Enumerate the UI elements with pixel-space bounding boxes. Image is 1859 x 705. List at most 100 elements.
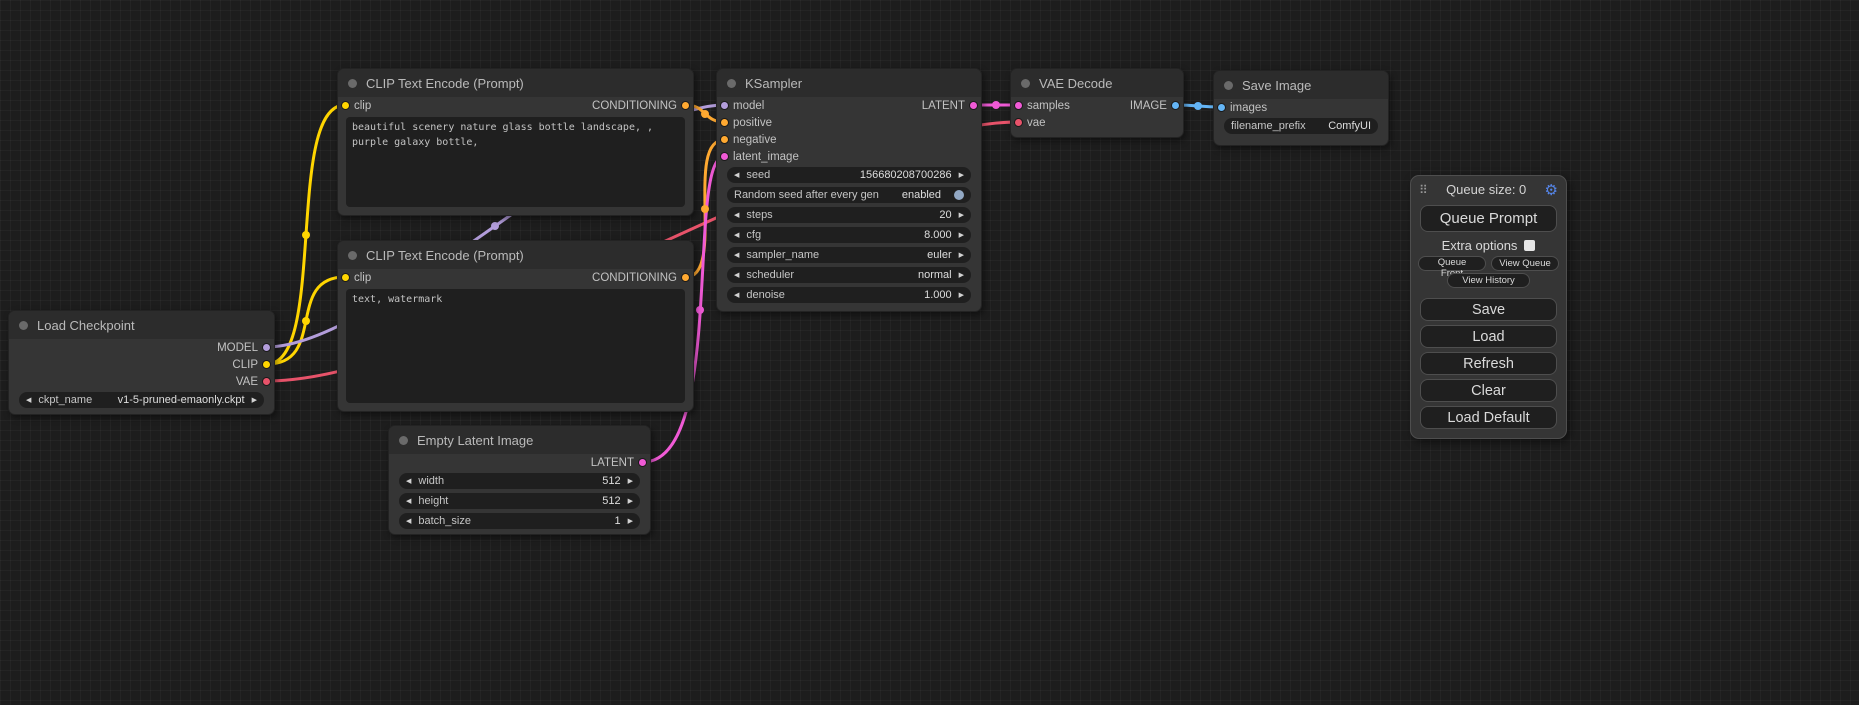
collapse-dot[interactable] <box>348 251 357 260</box>
port-row: CLIP <box>9 356 274 373</box>
extra-options-checkbox[interactable] <box>1524 240 1535 251</box>
collapse-dot[interactable] <box>1021 79 1030 88</box>
increment-arrow-icon[interactable]: ▶ <box>959 232 964 239</box>
node-titlebar[interactable]: Load Checkpoint <box>9 311 274 339</box>
extra-options-label: Extra options <box>1442 238 1518 253</box>
input-label: vae <box>1027 117 1046 129</box>
queue-prompt-button[interactable]: Queue Prompt <box>1420 205 1557 232</box>
decrement-arrow-icon[interactable]: ◀ <box>734 292 739 299</box>
collapse-dot[interactable] <box>399 436 408 445</box>
widget-scheduler[interactable]: ◀ scheduler normal ▶ <box>727 267 971 283</box>
port-row: clip CONDITIONING <box>338 97 693 114</box>
node-titlebar[interactable]: CLIP Text Encode (Prompt) <box>338 241 693 269</box>
view-queue-button[interactable]: View Queue <box>1491 256 1559 271</box>
load-default-button[interactable]: Load Default <box>1420 406 1557 429</box>
node-load-checkpoint[interactable]: Load Checkpoint MODEL CLIP VAE ◀ ckpt_na… <box>8 310 275 415</box>
node-clip-text-encode-positive[interactable]: CLIP Text Encode (Prompt) clip CONDITION… <box>337 68 694 216</box>
input-port-latent-image[interactable] <box>720 152 729 161</box>
input-port-samples[interactable] <box>1014 101 1023 110</box>
widget-denoise[interactable]: ◀ denoise 1.000 ▶ <box>727 287 971 303</box>
widget-batch-size[interactable]: ◀ batch_size 1 ▶ <box>399 513 640 529</box>
widget-label: Random seed after every gen <box>734 189 879 201</box>
widget-height[interactable]: ◀ height 512 ▶ <box>399 493 640 509</box>
clear-button[interactable]: Clear <box>1420 379 1557 402</box>
refresh-button[interactable]: Refresh <box>1420 352 1557 375</box>
node-titlebar[interactable]: KSampler <box>717 69 981 97</box>
node-empty-latent-image[interactable]: Empty Latent Image LATENT ◀ width 512 ▶ … <box>388 425 651 535</box>
output-port-model[interactable] <box>262 343 271 352</box>
decrement-arrow-icon[interactable]: ◀ <box>734 212 739 219</box>
increment-arrow-icon[interactable]: ▶ <box>959 272 964 279</box>
node-titlebar[interactable]: VAE Decode <box>1011 69 1183 97</box>
widget-value: euler <box>927 249 951 261</box>
node-graph-canvas[interactable]: { "colors": { "model": "#B39DDB", "clip"… <box>0 0 1859 705</box>
input-port-clip[interactable] <box>341 101 350 110</box>
node-title: VAE Decode <box>1039 76 1112 91</box>
increment-arrow-icon[interactable]: ▶ <box>628 478 633 485</box>
link-midpoint-dot <box>992 101 1000 109</box>
node-titlebar[interactable]: Empty Latent Image <box>389 426 650 454</box>
load-button[interactable]: Load <box>1420 325 1557 348</box>
increment-arrow-icon[interactable]: ▶ <box>959 212 964 219</box>
collapse-dot[interactable] <box>19 321 28 330</box>
toggle-dot-icon[interactable] <box>954 190 964 200</box>
link-midpoint-dot <box>701 205 709 213</box>
widget-ckpt-name[interactable]: ◀ ckpt_name v1-5-pruned-emaonly.ckpt ▶ <box>19 392 264 408</box>
decrement-arrow-icon[interactable]: ◀ <box>406 518 411 525</box>
output-port-conditioning[interactable] <box>681 273 690 282</box>
widget-width[interactable]: ◀ width 512 ▶ <box>399 473 640 489</box>
increment-arrow-icon[interactable]: ▶ <box>252 397 257 404</box>
prompt-textarea[interactable]: text, watermark <box>346 289 685 403</box>
output-port-latent[interactable] <box>969 101 978 110</box>
increment-arrow-icon[interactable]: ▶ <box>959 252 964 259</box>
increment-arrow-icon[interactable]: ▶ <box>959 292 964 299</box>
input-port-vae[interactable] <box>1014 118 1023 127</box>
decrement-arrow-icon[interactable]: ◀ <box>734 272 739 279</box>
decrement-arrow-icon[interactable]: ◀ <box>406 478 411 485</box>
decrement-arrow-icon[interactable]: ◀ <box>406 498 411 505</box>
output-label: IMAGE <box>1130 100 1167 112</box>
node-titlebar[interactable]: Save Image <box>1214 71 1388 99</box>
collapse-dot[interactable] <box>348 79 357 88</box>
input-port-model[interactable] <box>720 101 729 110</box>
widget-cfg[interactable]: ◀ cfg 8.000 ▶ <box>727 227 971 243</box>
widget-seed[interactable]: ◀ seed 156680208700286 ▶ <box>727 167 971 183</box>
node-ksampler[interactable]: KSampler model LATENT positive negative … <box>716 68 982 312</box>
prompt-textarea[interactable]: beautiful scenery nature glass bottle la… <box>346 117 685 207</box>
widget-random-seed-toggle[interactable]: Random seed after every gen enabled <box>727 187 971 203</box>
link-midpoint-dot <box>302 231 310 239</box>
collapse-dot[interactable] <box>727 79 736 88</box>
view-history-button[interactable]: View History <box>1447 273 1530 288</box>
node-save-image[interactable]: Save Image images filename_prefix ComfyU… <box>1213 70 1389 146</box>
increment-arrow-icon[interactable]: ▶ <box>628 498 633 505</box>
output-port-latent[interactable] <box>638 458 647 467</box>
node-titlebar[interactable]: CLIP Text Encode (Prompt) <box>338 69 693 97</box>
queue-front-button[interactable]: Queue Front <box>1418 256 1486 271</box>
input-port-positive[interactable] <box>720 118 729 127</box>
input-port-negative[interactable] <box>720 135 729 144</box>
increment-arrow-icon[interactable]: ▶ <box>959 172 964 179</box>
increment-arrow-icon[interactable]: ▶ <box>628 518 633 525</box>
widget-value: ComfyUI <box>1328 120 1371 132</box>
node-clip-text-encode-negative[interactable]: CLIP Text Encode (Prompt) clip CONDITION… <box>337 240 694 412</box>
decrement-arrow-icon[interactable]: ◀ <box>734 172 739 179</box>
decrement-arrow-icon[interactable]: ◀ <box>734 232 739 239</box>
input-port-clip[interactable] <box>341 273 350 282</box>
collapse-dot[interactable] <box>1224 81 1233 90</box>
output-port-clip[interactable] <box>262 360 271 369</box>
widget-sampler-name[interactable]: ◀ sampler_name euler ▶ <box>727 247 971 263</box>
input-label: positive <box>733 117 772 129</box>
settings-gear-icon[interactable]: ⚙ <box>1545 181 1558 199</box>
widget-filename-prefix[interactable]: filename_prefix ComfyUI <box>1224 118 1378 134</box>
output-port-image[interactable] <box>1171 101 1180 110</box>
decrement-arrow-icon[interactable]: ◀ <box>26 397 31 404</box>
decrement-arrow-icon[interactable]: ◀ <box>734 252 739 259</box>
output-port-vae[interactable] <box>262 377 271 386</box>
port-row: VAE <box>9 373 274 390</box>
input-port-images[interactable] <box>1217 103 1226 112</box>
node-vae-decode[interactable]: VAE Decode samples IMAGE vae <box>1010 68 1184 138</box>
drag-handle-icon[interactable]: ⠿ <box>1419 183 1428 197</box>
widget-steps[interactable]: ◀ steps 20 ▶ <box>727 207 971 223</box>
output-port-conditioning[interactable] <box>681 101 690 110</box>
save-button[interactable]: Save <box>1420 298 1557 321</box>
